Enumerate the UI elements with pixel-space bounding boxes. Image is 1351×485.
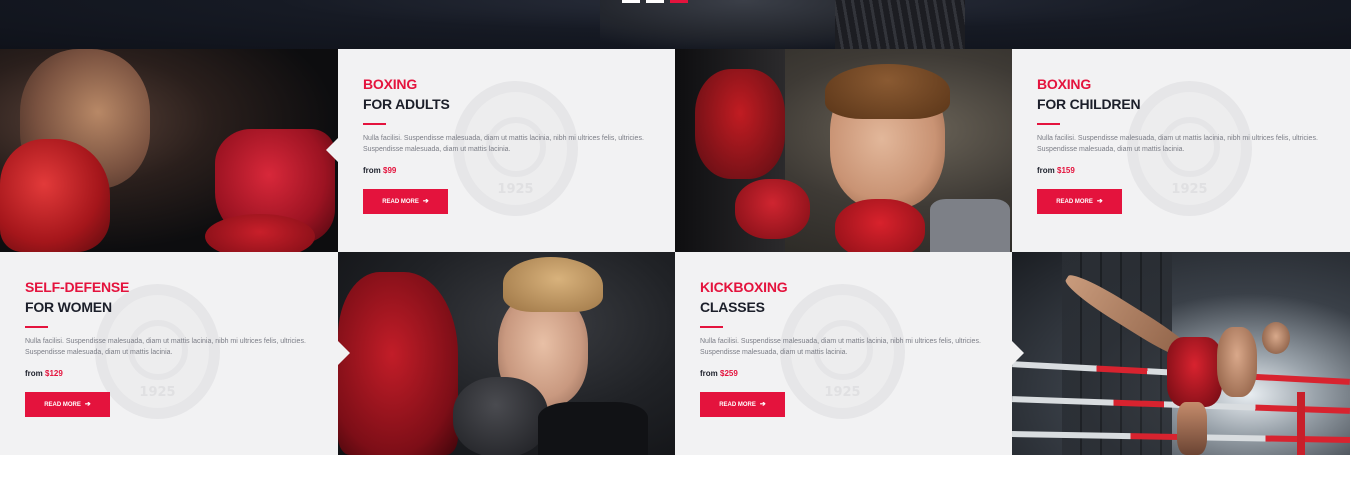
program-title: BOXING [1037,76,1092,92]
boxing-children-photo [675,49,1013,252]
read-more-button[interactable]: READ MORE ➔ [1037,189,1122,214]
programs-grid: 1925 BOXING FOR ADULTS Nulla facilisi. S… [0,49,1351,455]
title-divider [700,326,723,328]
program-subtitle: FOR CHILDREN [1037,96,1141,112]
slider-pagination [622,0,688,3]
arrow-right-icon: ➔ [759,401,766,408]
slider-dot[interactable] [622,0,640,3]
card-pointer [338,340,350,366]
slider-dot[interactable] [646,0,664,3]
program-description: Nulla facilisi. Suspendisse malesuada, d… [363,135,644,153]
read-more-button[interactable]: READ MORE ➔ [25,392,110,417]
title-divider [25,326,48,328]
program-title: BOXING [363,76,418,92]
program-title: KICKBOXING [700,279,788,295]
kickboxing-photo [1012,252,1350,455]
program-subtitle: FOR WOMEN [25,299,112,315]
arrow-right-icon: ➔ [1096,198,1103,205]
read-more-button[interactable]: READ MORE ➔ [363,189,448,214]
arrow-right-icon: ➔ [84,401,91,408]
slider-dot-active[interactable] [670,0,688,3]
self-defense-photo [338,252,676,455]
program-description: Nulla facilisi. Suspendisse malesuada, d… [25,338,306,356]
program-card-kickboxing: 1925 KICKBOXING CLASSES Nulla facilisi. … [675,252,1013,455]
program-card-boxing-adults: 1925 BOXING FOR ADULTS Nulla facilisi. S… [338,49,676,252]
program-price: from $99 [363,166,397,175]
hero-banner-strip [0,0,1351,49]
card-pointer [326,137,338,163]
boxing-adults-photo [0,49,338,252]
card-pointer [1012,340,1024,366]
read-more-button[interactable]: READ MORE ➔ [700,392,785,417]
program-description: Nulla facilisi. Suspendisse malesuada, d… [1037,135,1318,153]
program-card-self-defense: 1925 SELF-DEFENSE FOR WOMEN Nulla facili… [0,252,338,455]
title-divider [363,123,386,125]
arrow-right-icon: ➔ [422,198,429,205]
title-divider [1037,123,1060,125]
program-price: from $259 [700,369,738,378]
program-price: from $129 [25,369,63,378]
program-title: SELF-DEFENSE [25,279,130,295]
program-subtitle: FOR ADULTS [363,96,450,112]
hero-image-shorts [835,0,965,49]
program-price: from $159 [1037,166,1075,175]
program-subtitle: CLASSES [700,299,765,315]
program-card-boxing-children: 1925 BOXING FOR CHILDREN Nulla facilisi.… [1012,49,1350,252]
program-description: Nulla facilisi. Suspendisse malesuada, d… [700,338,981,356]
